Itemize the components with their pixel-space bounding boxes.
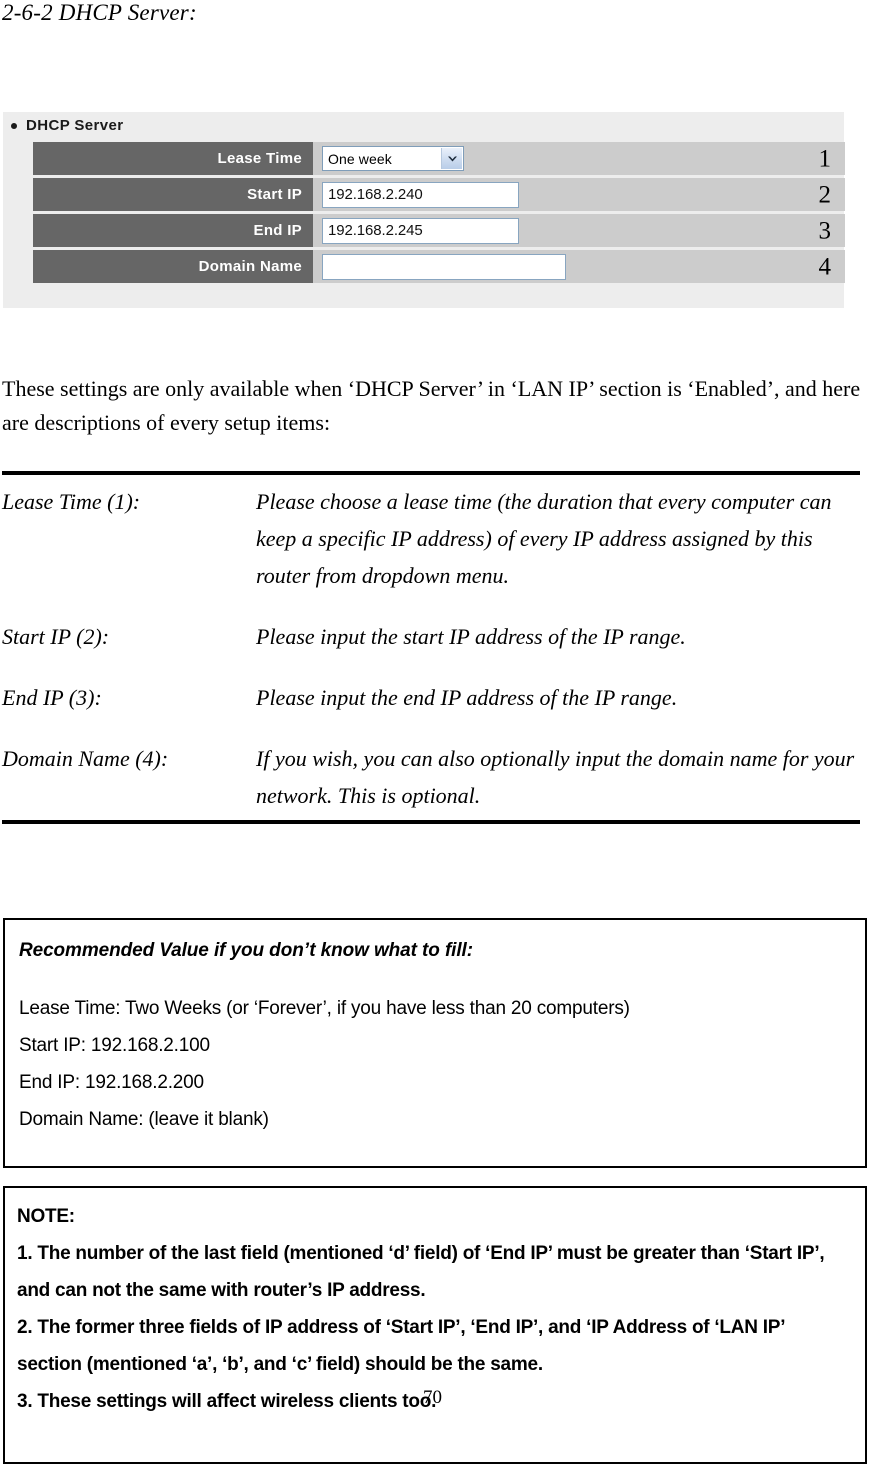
form-row-start-ip: Start IP 192.168.2.240 2 — [33, 178, 845, 211]
end-ip-input[interactable]: 192.168.2.245 — [322, 217, 519, 244]
panel-heading: DHCP Server — [11, 117, 124, 134]
end-ip-value-cell: 192.168.2.245 3 — [313, 214, 845, 247]
setup-item-descriptions: Lease Time (1): Please choose a lease ti… — [2, 471, 860, 824]
callout-number-3: 3 — [818, 217, 832, 244]
callout-number-1: 1 — [818, 145, 832, 172]
recommended-end-ip-line: End IP: 192.168.2.200 — [19, 1072, 204, 1093]
bullet-icon — [11, 122, 17, 129]
note-box: NOTE: 1. The number of the last field (m… — [3, 1186, 867, 1464]
callout-number-4: 4 — [818, 253, 832, 280]
lease-time-label: Lease Time — [33, 142, 313, 175]
domain-name-value-cell: 4 — [313, 250, 845, 283]
definition-term: Domain Name (4): — [2, 746, 169, 771]
definition-description: Please input the start IP address of the… — [256, 624, 686, 649]
lease-time-select[interactable]: One week — [322, 146, 464, 171]
note-box-heading: NOTE: — [17, 1206, 75, 1227]
definition-row-domain-name: Domain Name (4): If you wish, you can al… — [2, 740, 860, 814]
dhcp-server-settings-panel: DHCP Server Lease Time One week 1 Start … — [3, 112, 845, 308]
form-row-domain-name: Domain Name 4 — [33, 250, 845, 283]
page-number: 70 — [423, 1387, 442, 1408]
recommended-lease-time-line: Lease Time: Two Weeks (or ‘Forever’, if … — [19, 998, 630, 1019]
definition-description: Please choose a lease time (the duration… — [256, 489, 832, 588]
definition-description: Please input the end IP address of the I… — [256, 685, 678, 710]
form-row-end-ip: End IP 192.168.2.245 3 — [33, 214, 845, 247]
chevron-down-icon[interactable] — [441, 148, 462, 169]
note-item-1: 1. The number of the last field (mention… — [17, 1243, 825, 1301]
domain-name-input[interactable] — [322, 253, 566, 280]
definition-term: Lease Time (1): — [2, 489, 141, 514]
definition-term: End IP (3): — [2, 685, 102, 710]
start-ip-input[interactable]: 192.168.2.240 — [322, 181, 519, 208]
start-ip-value-cell: 192.168.2.240 2 — [313, 178, 845, 211]
page-title: 2-6-2 DHCP Server: — [2, 0, 197, 25]
lease-time-value-cell: One week 1 — [313, 142, 845, 175]
definition-row-end-ip: End IP (3): Please input the end IP addr… — [2, 679, 860, 716]
recommended-domain-name-line: Domain Name: (leave it blank) — [19, 1109, 269, 1130]
lease-time-selected-value: One week — [328, 150, 392, 167]
form-row-lease-time: Lease Time One week 1 — [33, 142, 845, 175]
domain-name-label: Domain Name — [33, 250, 313, 283]
definition-row-lease-time: Lease Time (1): Please choose a lease ti… — [2, 483, 860, 594]
recommended-start-ip-line: Start IP: 192.168.2.100 — [19, 1035, 210, 1056]
end-ip-label: End IP — [33, 214, 313, 247]
start-ip-label: Start IP — [33, 178, 313, 211]
intro-paragraph: These settings are only available when ‘… — [2, 376, 861, 435]
panel-heading-label: DHCP Server — [26, 117, 124, 134]
callout-number-2: 2 — [818, 181, 832, 208]
recommended-box-heading: Recommended Value if you don’t know what… — [19, 940, 473, 961]
note-item-2: 2. The former three fields of IP address… — [17, 1317, 785, 1375]
definition-description: If you wish, you can also optionally inp… — [256, 746, 855, 808]
settings-form: Lease Time One week 1 Start IP 192.168.2… — [33, 142, 845, 286]
recommended-value-box: Recommended Value if you don’t know what… — [3, 918, 867, 1168]
definition-row-start-ip: Start IP (2): Please input the start IP … — [2, 618, 860, 655]
definition-term: Start IP (2): — [2, 624, 110, 649]
